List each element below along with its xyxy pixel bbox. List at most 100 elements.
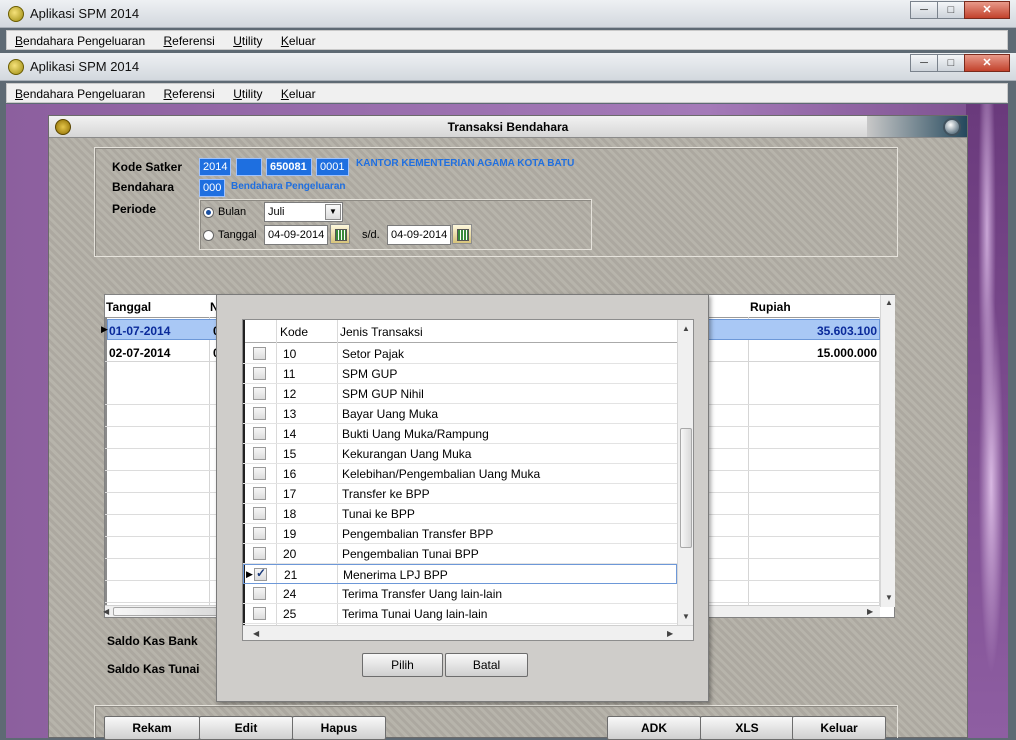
list-item[interactable]: 19 Pengembalian Transfer BPP	[243, 524, 677, 544]
maximize-icon[interactable]: □	[937, 1, 965, 19]
row-checkbox[interactable]	[253, 347, 266, 360]
calendar-icon[interactable]	[452, 224, 472, 244]
list-item[interactable]: 24 Terima Transfer Uang lain-lain	[243, 584, 677, 604]
list-item[interactable]: 25 Terima Tunai Uang lain-lain	[243, 604, 677, 624]
col-kode-header[interactable]: Kode	[280, 325, 308, 339]
inner-menu-bar: Bendahara Pengeluaran Referensi Utility …	[6, 83, 1008, 103]
list-item[interactable]: 11 SPM GUP	[243, 364, 677, 384]
close-icon[interactable]: ✕	[964, 1, 1010, 19]
tanggal-to-input[interactable]: 04-09-2014	[387, 225, 451, 245]
calendar-icon[interactable]	[330, 224, 350, 244]
dialog-vertical-scrollbar[interactable]: ▲ ▼	[677, 320, 693, 625]
scroll-down-icon[interactable]: ▼	[885, 593, 893, 602]
scroll-right-icon[interactable]: ▶	[867, 607, 873, 616]
batal-button[interactable]: Batal	[445, 653, 528, 677]
outer-menu-bar: Bendahara Pengeluaran Referensi Utility …	[6, 30, 1008, 50]
minimize-icon[interactable]: ─	[910, 1, 938, 19]
scroll-right-icon[interactable]: ▶	[667, 629, 673, 638]
sd-label: s/d.	[362, 229, 380, 241]
col-rupiah-header[interactable]: Rupiah	[750, 295, 791, 317]
scroll-up-icon[interactable]: ▲	[682, 324, 690, 333]
emblem-icon	[55, 119, 71, 135]
chevron-down-icon[interactable]: ▼	[325, 204, 341, 220]
row-checkbox[interactable]	[253, 367, 266, 380]
menu-referensi[interactable]: Referensi	[155, 31, 221, 49]
jenis-transaksi-dialog: Kode Jenis Transaksi 10 Setor Pajak 11 SPM …	[216, 294, 709, 702]
row-jenis: Kekurangan Uang Muka	[342, 447, 472, 461]
row-checkbox[interactable]	[253, 467, 266, 480]
menu-referensi[interactable]: Referensi	[155, 84, 221, 102]
row-kode: 11	[283, 367, 296, 381]
outer-window-title: Aplikasi SPM 2014	[30, 6, 140, 21]
close-icon[interactable]: ✕	[964, 54, 1010, 72]
list-item[interactable]: 15 Kekurangan Uang Muka	[243, 444, 677, 464]
row-pointer-icon: ▶	[101, 324, 108, 334]
row-checkbox[interactable]	[253, 387, 266, 400]
rekam-button[interactable]: Rekam	[104, 716, 200, 740]
row-checkbox[interactable]	[254, 566, 267, 581]
menu-keluar[interactable]: Keluar	[273, 84, 323, 102]
scroll-left-icon[interactable]: ◀	[103, 607, 109, 616]
grid-vertical-scrollbar[interactable]: ▲ ▼	[880, 295, 895, 607]
menu-keluar[interactable]: Keluar	[273, 31, 323, 49]
scroll-thumb[interactable]	[113, 607, 223, 616]
row-checkbox[interactable]	[253, 527, 266, 540]
adk-button[interactable]: ADK	[607, 716, 701, 740]
bendahara-code-field[interactable]: 000	[199, 179, 225, 197]
menu-bendahara-pengeluaran[interactable]: Bendahara Pengeluaran	[7, 84, 152, 102]
satker-field-4[interactable]: 0001	[316, 158, 349, 176]
row-checkbox[interactable]	[253, 587, 266, 600]
maximize-icon[interactable]: □	[937, 54, 965, 72]
row-checkbox[interactable]	[253, 427, 266, 440]
row-checkbox[interactable]	[253, 487, 266, 500]
keluar-button[interactable]: Keluar	[792, 716, 886, 740]
list-item[interactable]: 18 Tunai ke BPP	[243, 504, 677, 524]
col-jenis-header[interactable]: Jenis Transaksi	[340, 325, 423, 339]
row-checkbox[interactable]	[253, 507, 266, 520]
xls-button[interactable]: XLS	[700, 716, 794, 740]
satker-field-2[interactable]	[236, 158, 262, 176]
menu-utility[interactable]: Utility	[225, 31, 269, 49]
bendahara-label: Bendahara	[112, 180, 175, 194]
row-jenis: Bayar Uang Muka	[342, 407, 439, 421]
list-item[interactable]: 14 Bukti Uang Muka/Rampung	[243, 424, 677, 444]
form-title: Transaksi Bendahara	[447, 120, 569, 134]
scroll-up-icon[interactable]: ▲	[885, 298, 893, 307]
row-checkbox[interactable]	[253, 447, 266, 460]
dialog-horizontal-scrollbar[interactable]: ◀ ▶	[243, 625, 693, 640]
row-kode: 20	[283, 547, 297, 561]
list-item[interactable]: 10 Setor Pajak	[243, 344, 677, 364]
row-1-tanggal: 01-07-2014	[109, 324, 171, 338]
row-checkbox[interactable]	[253, 407, 266, 420]
bulan-radio[interactable]	[203, 207, 214, 218]
list-item[interactable]: 16 Kelebihan/Pengembalian Uang Muka	[243, 464, 677, 484]
bulan-value: Juli	[268, 206, 285, 218]
scroll-left-icon[interactable]: ◀	[253, 629, 259, 638]
saldo-kas-bank-label: Saldo Kas Bank	[107, 634, 198, 648]
list-item[interactable]: ▶ 21 Menerima LPJ BPP	[243, 564, 677, 584]
list-item[interactable]: 17 Transfer ke BPP	[243, 484, 677, 504]
edit-button[interactable]: Edit	[199, 716, 293, 740]
hapus-button[interactable]: Hapus	[292, 716, 386, 740]
scroll-down-icon[interactable]: ▼	[682, 612, 690, 621]
kode-satker-label: Kode Satker	[112, 160, 183, 174]
minimize-icon[interactable]: ─	[910, 54, 938, 72]
satker-field-1[interactable]: 2014	[199, 158, 231, 176]
list-item[interactable]: 12 SPM GUP Nihil	[243, 384, 677, 404]
row-checkbox[interactable]	[253, 607, 266, 620]
menu-bendahara-pengeluaran[interactable]: Bendahara Pengeluaran	[7, 31, 152, 49]
tanggal-radio[interactable]	[203, 230, 214, 241]
outer-window-controls: ─ □ ✕	[910, 1, 1010, 19]
satker-field-3[interactable]: 650081	[266, 158, 312, 176]
pilih-button[interactable]: Pilih	[362, 653, 443, 677]
row-checkbox[interactable]	[253, 547, 266, 560]
scroll-thumb[interactable]	[680, 428, 692, 548]
row-2-rupiah: 15.000.000	[816, 346, 877, 360]
list-item[interactable]: 20 Pengembalian Tunai BPP	[243, 544, 677, 564]
menu-utility[interactable]: Utility	[225, 84, 269, 102]
tanggal-from-input[interactable]: 04-09-2014	[264, 225, 328, 245]
col-tanggal-header[interactable]: Tanggal	[106, 295, 151, 317]
row-kode: 12	[283, 387, 297, 401]
list-item[interactable]: 13 Bayar Uang Muka	[243, 404, 677, 424]
jenis-transaksi-grid[interactable]: Kode Jenis Transaksi 10 Setor Pajak 11 SPM …	[242, 319, 694, 641]
